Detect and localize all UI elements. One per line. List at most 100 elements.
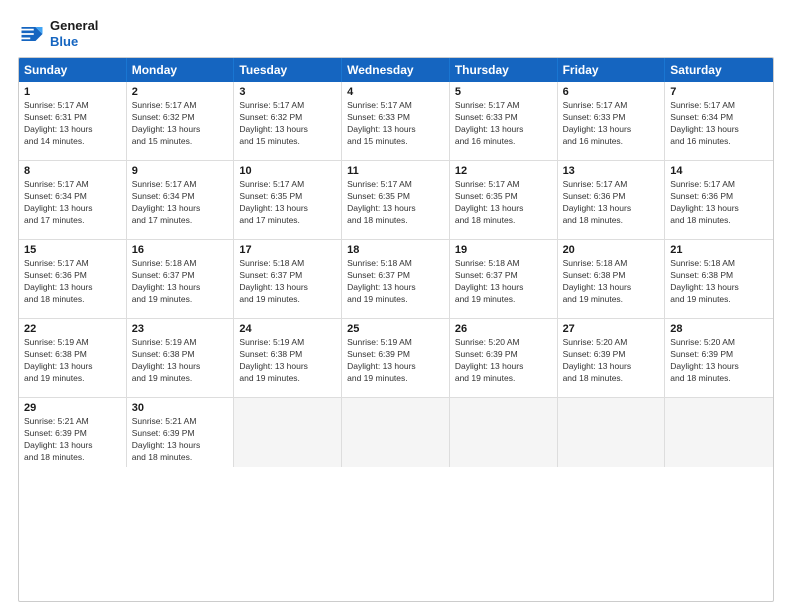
day-number: 23 [132, 323, 229, 335]
day-detail: Sunrise: 5:17 AMSunset: 6:33 PMDaylight:… [455, 100, 552, 148]
header: General Blue [18, 18, 774, 49]
day-detail: Sunrise: 5:17 AMSunset: 6:32 PMDaylight:… [239, 100, 336, 148]
day-cell-18: 18Sunrise: 5:18 AMSunset: 6:37 PMDayligh… [342, 240, 450, 318]
header-day-thursday: Thursday [450, 58, 558, 82]
day-number: 15 [24, 244, 121, 256]
logo: General Blue [18, 18, 98, 49]
day-number: 25 [347, 323, 444, 335]
day-detail: Sunrise: 5:19 AMSunset: 6:38 PMDaylight:… [239, 337, 336, 385]
header-day-monday: Monday [127, 58, 235, 82]
day-detail: Sunrise: 5:17 AMSunset: 6:31 PMDaylight:… [24, 100, 121, 148]
day-detail: Sunrise: 5:17 AMSunset: 6:36 PMDaylight:… [24, 258, 121, 306]
day-number: 29 [24, 402, 121, 414]
day-cell-4: 4Sunrise: 5:17 AMSunset: 6:33 PMDaylight… [342, 82, 450, 160]
day-detail: Sunrise: 5:17 AMSunset: 6:35 PMDaylight:… [239, 179, 336, 227]
day-number: 8 [24, 165, 121, 177]
day-detail: Sunrise: 5:20 AMSunset: 6:39 PMDaylight:… [455, 337, 552, 385]
day-number: 19 [455, 244, 552, 256]
calendar: SundayMondayTuesdayWednesdayThursdayFrid… [18, 57, 774, 602]
day-cell-25: 25 Sunrise: 5:19 AMSunset: 6:39 PMDayligh… [342, 319, 450, 397]
day-number: 26 [455, 323, 552, 335]
day-number: 24 [239, 323, 336, 335]
day-cell-30: 30 Sunrise: 5:21 AMSunset: 6:39 PMDayligh… [127, 398, 235, 467]
day-detail: Sunrise: 5:17 AMSunset: 6:32 PMDaylight:… [132, 100, 229, 148]
day-number: 10 [239, 165, 336, 177]
day-cell-7: 7 Sunrise: 5:17 AMSunset: 6:34 PMDaylight… [665, 82, 773, 160]
header-day-saturday: Saturday [665, 58, 773, 82]
day-detail: Sunrise: 5:17 AMSunset: 6:35 PMDaylight:… [347, 179, 444, 227]
day-number: 3 [239, 86, 336, 98]
day-detail: Sunrise: 5:17 AMSunset: 6:34 PMDaylight:… [24, 179, 121, 227]
day-number: 22 [24, 323, 121, 335]
day-detail: Sunrise: 5:21 AMSunset: 6:39 PMDaylight:… [132, 416, 229, 464]
empty-cell [342, 398, 450, 467]
day-cell-29: 29 Sunrise: 5:21 AMSunset: 6:39 PMDayligh… [19, 398, 127, 467]
day-number: 16 [132, 244, 229, 256]
day-number: 11 [347, 165, 444, 177]
day-cell-13: 13 Sunrise: 5:17 AMSunset: 6:36 PMDayligh… [558, 161, 666, 239]
day-cell-27: 27 Sunrise: 5:20 AMSunset: 6:39 PMDayligh… [558, 319, 666, 397]
day-detail: Sunrise: 5:19 AMSunset: 6:39 PMDaylight:… [347, 337, 444, 385]
empty-cell [234, 398, 342, 467]
calendar-header: SundayMondayTuesdayWednesdayThursdayFrid… [19, 58, 773, 82]
day-cell-21: 21 Sunrise: 5:18 AMSunset: 6:38 PMDayligh… [665, 240, 773, 318]
day-cell-8: 8 Sunrise: 5:17 AMSunset: 6:34 PMDaylight… [19, 161, 127, 239]
day-detail: Sunrise: 5:18 AMSunset: 6:38 PMDaylight:… [670, 258, 768, 306]
day-detail: Sunrise: 5:20 AMSunset: 6:39 PMDaylight:… [670, 337, 768, 385]
day-cell-15: 15 Sunrise: 5:17 AMSunset: 6:36 PMDayligh… [19, 240, 127, 318]
day-number: 7 [670, 86, 768, 98]
day-detail: Sunrise: 5:18 AMSunset: 6:37 PMDaylight:… [239, 258, 336, 306]
day-number: 6 [563, 86, 660, 98]
day-number: 18 [347, 244, 444, 256]
day-cell-19: 19 Sunrise: 5:18 AMSunset: 6:37 PMDayligh… [450, 240, 558, 318]
logo-text: General Blue [50, 18, 98, 49]
day-number: 27 [563, 323, 660, 335]
day-detail: Sunrise: 5:17 AMSunset: 6:34 PMDaylight:… [132, 179, 229, 227]
day-detail: Sunrise: 5:20 AMSunset: 6:39 PMDaylight:… [563, 337, 660, 385]
day-cell-16: 16Sunrise: 5:18 AMSunset: 6:37 PMDayligh… [127, 240, 235, 318]
week-2: 8 Sunrise: 5:17 AMSunset: 6:34 PMDaylight… [19, 161, 773, 240]
day-number: 14 [670, 165, 768, 177]
day-number: 20 [563, 244, 660, 256]
day-detail: Sunrise: 5:19 AMSunset: 6:38 PMDaylight:… [24, 337, 121, 385]
logo-icon [18, 20, 46, 48]
empty-cell [665, 398, 773, 467]
day-detail: Sunrise: 5:18 AMSunset: 6:37 PMDaylight:… [455, 258, 552, 306]
day-detail: Sunrise: 5:17 AMSunset: 6:36 PMDaylight:… [563, 179, 660, 227]
day-detail: Sunrise: 5:18 AMSunset: 6:38 PMDaylight:… [563, 258, 660, 306]
day-cell-28: 28 Sunrise: 5:20 AMSunset: 6:39 PMDayligh… [665, 319, 773, 397]
day-number: 5 [455, 86, 552, 98]
day-cell-10: 10 Sunrise: 5:17 AMSunset: 6:35 PMDayligh… [234, 161, 342, 239]
day-cell-1: 1 Sunrise: 5:17 AMSunset: 6:31 PMDaylight… [19, 82, 127, 160]
day-detail: Sunrise: 5:17 AMSunset: 6:34 PMDaylight:… [670, 100, 768, 148]
day-detail: Sunrise: 5:17 AMSunset: 6:35 PMDaylight:… [455, 179, 552, 227]
calendar-body: 1 Sunrise: 5:17 AMSunset: 6:31 PMDaylight… [19, 82, 773, 467]
day-number: 21 [670, 244, 768, 256]
day-number: 4 [347, 86, 444, 98]
week-5: 29 Sunrise: 5:21 AMSunset: 6:39 PMDayligh… [19, 398, 773, 467]
day-number: 28 [670, 323, 768, 335]
day-number: 1 [24, 86, 121, 98]
day-detail: Sunrise: 5:19 AMSunset: 6:38 PMDaylight:… [132, 337, 229, 385]
logo-line2: Blue [50, 34, 98, 50]
day-number: 13 [563, 165, 660, 177]
day-cell-2: 2Sunrise: 5:17 AMSunset: 6:32 PMDaylight… [127, 82, 235, 160]
day-number: 12 [455, 165, 552, 177]
week-3: 15 Sunrise: 5:17 AMSunset: 6:36 PMDayligh… [19, 240, 773, 319]
day-detail: Sunrise: 5:17 AMSunset: 6:33 PMDaylight:… [563, 100, 660, 148]
day-number: 30 [132, 402, 229, 414]
empty-cell [558, 398, 666, 467]
day-cell-17: 17Sunrise: 5:18 AMSunset: 6:37 PMDayligh… [234, 240, 342, 318]
day-detail: Sunrise: 5:21 AMSunset: 6:39 PMDaylight:… [24, 416, 121, 464]
day-cell-22: 22 Sunrise: 5:19 AMSunset: 6:38 PMDayligh… [19, 319, 127, 397]
day-cell-11: 11 Sunrise: 5:17 AMSunset: 6:35 PMDayligh… [342, 161, 450, 239]
header-day-wednesday: Wednesday [342, 58, 450, 82]
day-cell-5: 5 Sunrise: 5:17 AMSunset: 6:33 PMDaylight… [450, 82, 558, 160]
day-number: 9 [132, 165, 229, 177]
week-4: 22 Sunrise: 5:19 AMSunset: 6:38 PMDayligh… [19, 319, 773, 398]
day-cell-12: 12 Sunrise: 5:17 AMSunset: 6:35 PMDayligh… [450, 161, 558, 239]
header-day-tuesday: Tuesday [234, 58, 342, 82]
day-cell-14: 14Sunrise: 5:17 AMSunset: 6:36 PMDayligh… [665, 161, 773, 239]
logo-line1: General [50, 18, 98, 34]
day-cell-3: 3 Sunrise: 5:17 AMSunset: 6:32 PMDaylight… [234, 82, 342, 160]
